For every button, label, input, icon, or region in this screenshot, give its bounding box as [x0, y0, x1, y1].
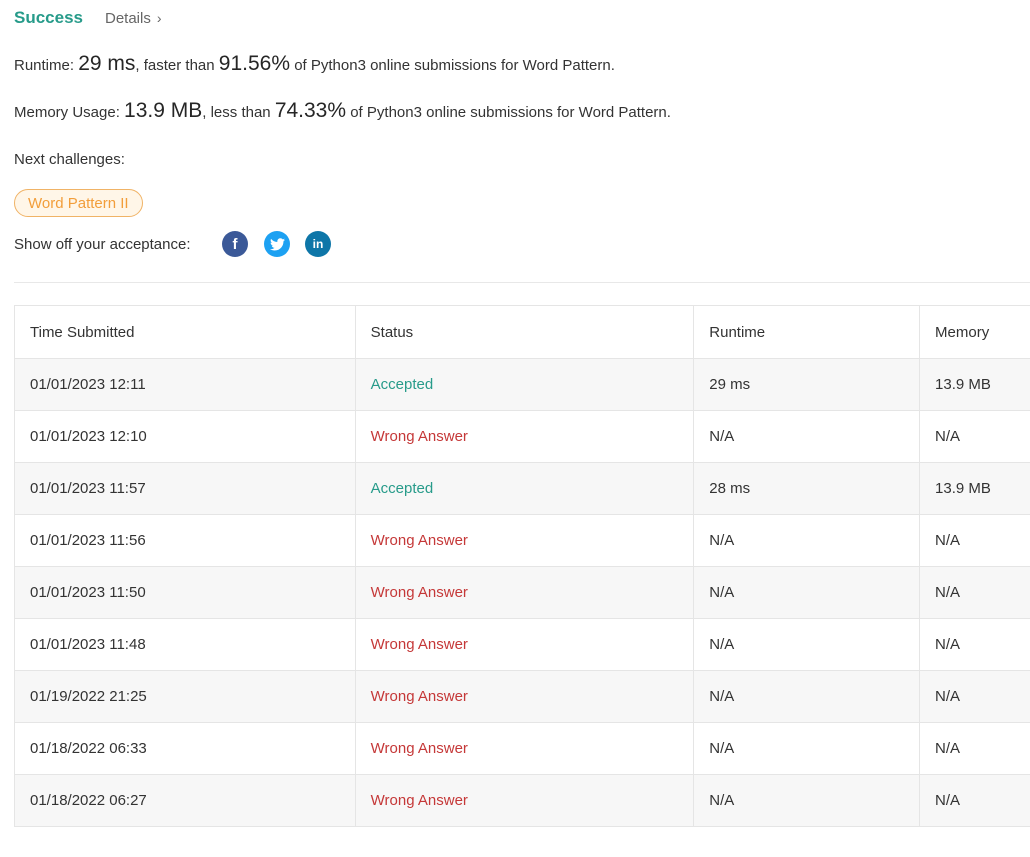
submissions-table: Time Submitted Status Runtime Memory 01/… [14, 305, 1030, 827]
runtime-cell: N/A [693, 774, 921, 827]
memory-cell: N/A [919, 670, 1030, 723]
time-cell: 01/01/2023 12:10 [14, 410, 356, 463]
memory-cell: N/A [919, 722, 1030, 775]
runtime-cell: N/A [693, 670, 921, 723]
memory-cell: N/A [919, 566, 1030, 619]
memory-cell: 13.9 MB [919, 358, 1030, 411]
result-header: Success Details › [14, 8, 162, 28]
status-title: Success [14, 8, 83, 27]
runtime-suffix: of Python3 online submissions for Word P… [294, 57, 615, 74]
runtime-cell: N/A [693, 618, 921, 671]
table-row[interactable]: 01/01/2023 11:50 Wrong Answer N/A N/A [14, 566, 1030, 619]
memory-cell: N/A [919, 774, 1030, 827]
memory-percentile: 74.33% [274, 99, 347, 122]
table-row[interactable]: 01/01/2023 11:57 Accepted 28 ms 13.9 MB [14, 462, 1030, 515]
status-cell[interactable]: Accepted [354, 358, 695, 411]
runtime-cell: N/A [693, 566, 921, 619]
time-cell: 01/01/2023 11:48 [14, 618, 356, 671]
column-header-runtime[interactable]: Runtime [693, 305, 921, 359]
table-row[interactable]: 01/18/2022 06:33 Wrong Answer N/A N/A [14, 722, 1030, 775]
memory-cell: N/A [919, 410, 1030, 463]
memory-line: Memory Usage: 13.9 MB, less than 74.33% … [14, 99, 671, 123]
status-cell[interactable]: Wrong Answer [354, 410, 695, 463]
runtime-percentile: 91.56% [218, 52, 291, 75]
time-cell: 01/18/2022 06:33 [14, 722, 356, 775]
runtime-cell: N/A [693, 410, 921, 463]
table-row[interactable]: 01/01/2023 12:11 Accepted 29 ms 13.9 MB [14, 358, 1030, 411]
chevron-right-icon[interactable]: › [157, 10, 162, 26]
column-header-status[interactable]: Status [354, 305, 695, 359]
time-cell: 01/01/2023 11:56 [14, 514, 356, 567]
memory-value: 13.9 MB [124, 99, 203, 122]
table-row[interactable]: 01/18/2022 06:27 Wrong Answer N/A N/A [14, 774, 1030, 827]
status-cell[interactable]: Wrong Answer [354, 618, 695, 671]
runtime-line: Runtime: 29 ms, faster than 91.56% of Py… [14, 52, 615, 76]
column-header-memory[interactable]: Memory [919, 305, 1030, 359]
next-challenges-label: Next challenges: [14, 151, 125, 168]
runtime-cell: N/A [693, 514, 921, 567]
section-divider [14, 282, 1030, 283]
time-cell: 01/19/2022 21:25 [14, 670, 356, 723]
runtime-cell: 28 ms [693, 462, 921, 515]
status-cell[interactable]: Wrong Answer [354, 514, 695, 567]
time-cell: 01/01/2023 11:50 [14, 566, 356, 619]
time-cell: 01/01/2023 11:57 [14, 462, 356, 515]
table-header-row: Time Submitted Status Runtime Memory [14, 305, 1030, 359]
status-cell[interactable]: Wrong Answer [354, 670, 695, 723]
runtime-cell: 29 ms [693, 358, 921, 411]
status-cell[interactable]: Wrong Answer [354, 566, 695, 619]
table-row[interactable]: 01/01/2023 11:56 Wrong Answer N/A N/A [14, 514, 1030, 567]
time-cell: 01/18/2022 06:27 [14, 774, 356, 827]
status-cell[interactable]: Wrong Answer [354, 774, 695, 827]
table-row[interactable]: 01/01/2023 12:10 Wrong Answer N/A N/A [14, 410, 1030, 463]
details-link[interactable]: Details [105, 10, 151, 27]
memory-label: Memory Usage: [14, 104, 120, 121]
linkedin-icon[interactable]: in [305, 231, 331, 257]
runtime-cell: N/A [693, 722, 921, 775]
facebook-icon[interactable]: f [222, 231, 248, 257]
memory-cell: N/A [919, 618, 1030, 671]
memory-cell: 13.9 MB [919, 462, 1030, 515]
twitter-icon[interactable] [264, 231, 290, 257]
column-header-time[interactable]: Time Submitted [14, 305, 356, 359]
memory-suffix: of Python3 online submissions for Word P… [350, 104, 671, 121]
status-cell[interactable]: Accepted [354, 462, 695, 515]
time-cell: 01/01/2023 12:11 [14, 358, 356, 411]
table-row[interactable]: 01/01/2023 11:48 Wrong Answer N/A N/A [14, 618, 1030, 671]
status-cell[interactable]: Wrong Answer [354, 722, 695, 775]
share-label: Show off your acceptance: [14, 236, 191, 253]
challenge-link[interactable]: Word Pattern II [14, 189, 143, 217]
runtime-mid: , faster than [135, 57, 215, 74]
memory-mid: , less than [202, 104, 271, 121]
runtime-value: 29 ms [78, 52, 136, 75]
runtime-label: Runtime: [14, 57, 75, 74]
memory-cell: N/A [919, 514, 1030, 567]
table-row[interactable]: 01/19/2022 21:25 Wrong Answer N/A N/A [14, 670, 1030, 723]
